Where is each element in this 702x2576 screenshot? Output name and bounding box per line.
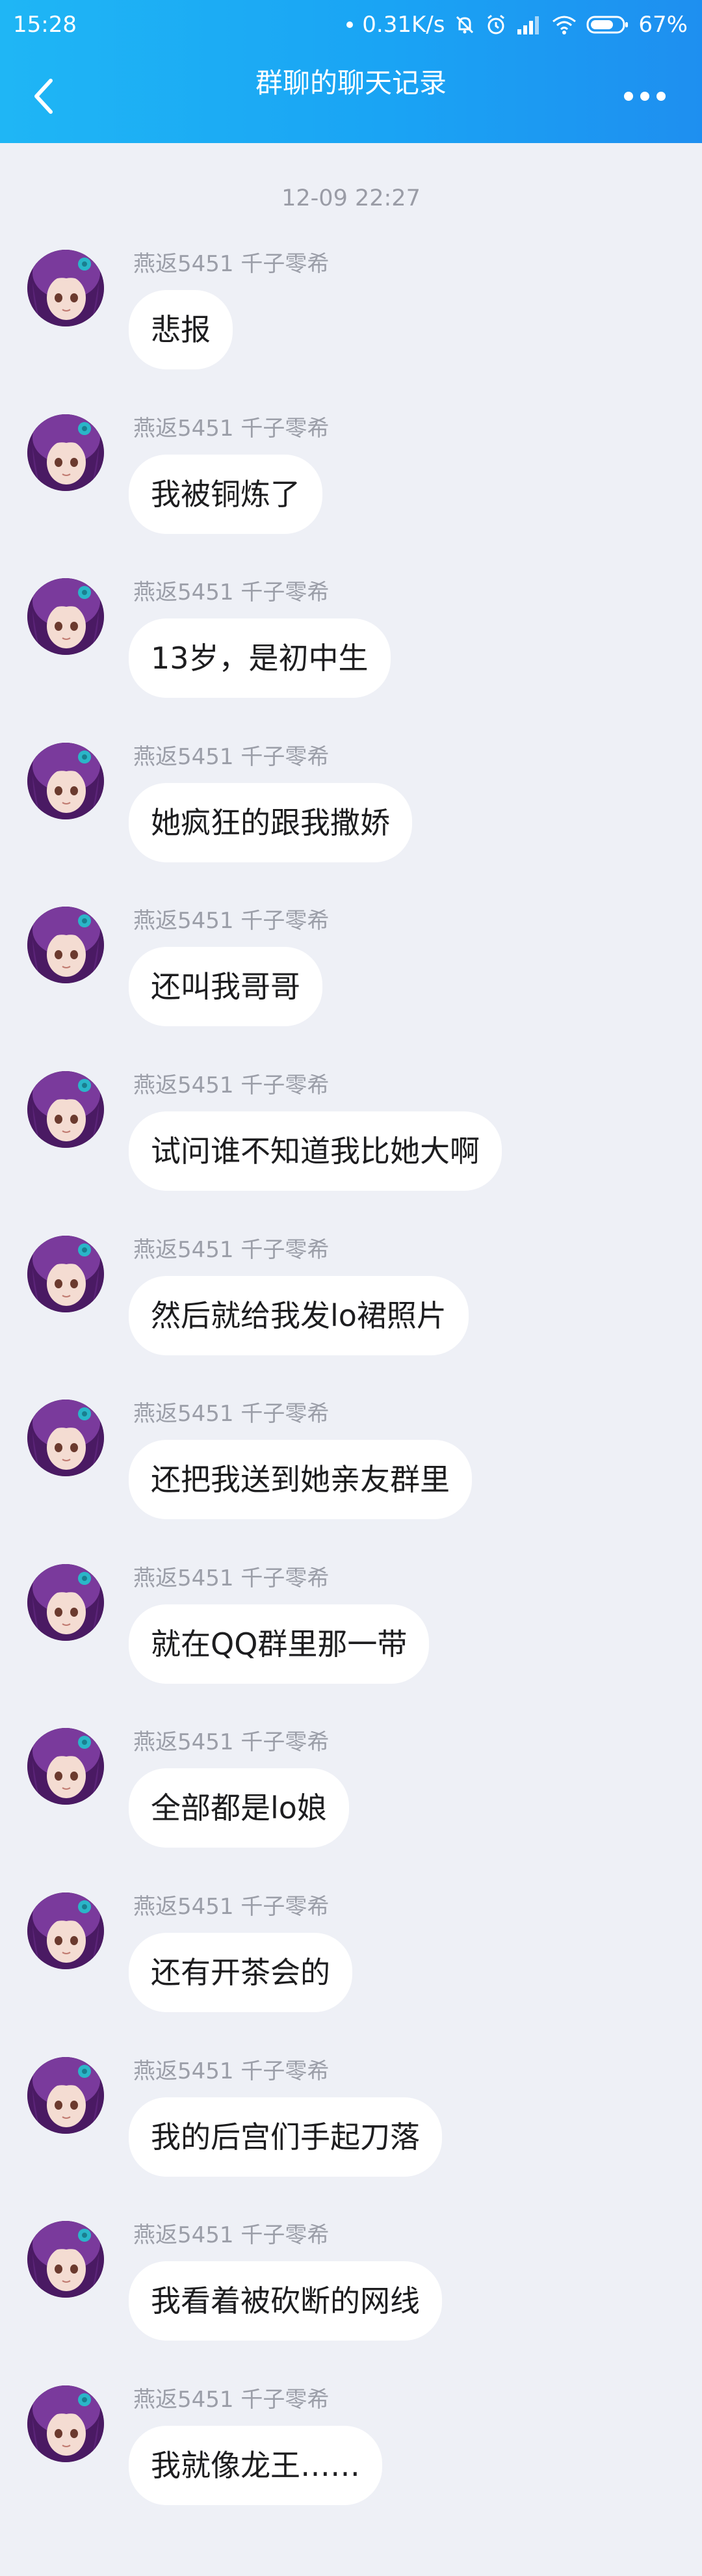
date-stamp: 12-09 22:27: [281, 185, 421, 211]
message-bubble[interactable]: 就在QQ群里那一带: [129, 1604, 430, 1684]
message-bubble[interactable]: 她疯狂的跟我撒娇: [129, 783, 412, 862]
chat-message: 燕返5451 千子零希还把我送到她亲友群里: [0, 1396, 702, 1539]
status-bar: 15:28 0.31K/s 67%: [0, 0, 702, 49]
chat-message: 燕返5451 千子零希我的后宫们手起刀落: [0, 2053, 702, 2196]
message-bubble[interactable]: 然后就给我发lo裙照片: [129, 1276, 469, 1355]
chat-message: 燕返5451 千子零希全部都是lo娘: [0, 1724, 702, 1867]
title-bar: 群聊的聊天记录: [0, 49, 702, 143]
mute-bell-icon: [454, 14, 476, 36]
dot-icon: [346, 21, 354, 28]
sender-name: 燕返5451 千子零希: [133, 1729, 330, 1755]
sender-name: 燕返5451 千子零希: [133, 1237, 330, 1263]
more-dots-icon: [623, 91, 666, 101]
avatar[interactable]: [27, 578, 104, 655]
message-bubble[interactable]: 全部都是lo娘: [129, 1768, 349, 1848]
avatar[interactable]: [27, 414, 104, 491]
avatar[interactable]: [27, 1728, 104, 1805]
sender-name: 燕返5451 千子零希: [133, 579, 330, 605]
avatar[interactable]: [27, 1892, 104, 1969]
message-bubble[interactable]: 还把我送到她亲友群里: [129, 1440, 472, 1519]
battery-level: 67%: [638, 12, 688, 38]
sender-name: 燕返5451 千子零希: [133, 2387, 330, 2413]
status-time: 15:28: [13, 12, 77, 38]
wifi-icon: [551, 14, 577, 36]
sender-name: 燕返5451 千子零希: [133, 1401, 330, 1427]
chat-message: 燕返5451 千子零希悲报: [0, 246, 702, 389]
sender-name: 燕返5451 千子零希: [133, 744, 330, 770]
avatar[interactable]: [27, 2221, 104, 2298]
battery-icon: [586, 14, 629, 36]
message-bubble[interactable]: 还有开茶会的: [129, 1933, 352, 2012]
chat-message: 燕返5451 千子零希试问谁不知道我比她大啊: [0, 1067, 702, 1210]
top-bar: 15:28 0.31K/s 67% 群聊的聊天记录: [0, 0, 702, 143]
sender-name: 燕返5451 千子零希: [133, 416, 330, 442]
message-bubble[interactable]: 我的后宫们手起刀落: [129, 2097, 442, 2177]
avatar[interactable]: [27, 743, 104, 819]
signal-icon: [516, 14, 542, 36]
chat-message: 燕返5451 千子零希我就像龙王……: [0, 2382, 702, 2525]
avatar[interactable]: [27, 1564, 104, 1641]
message-bubble[interactable]: 我看着被砍断的网线: [129, 2261, 442, 2341]
message-bubble[interactable]: 还叫我哥哥: [129, 947, 322, 1026]
chat-message: 燕返5451 千子零希 13岁，是初中生: [0, 574, 702, 717]
sender-name: 燕返5451 千子零希: [133, 2222, 330, 2248]
chat-message: 燕返5451 千子零希我被铜炼了: [0, 410, 702, 553]
status-icons: 0.31K/s 67%: [346, 0, 688, 49]
message-bubble[interactable]: 13岁，是初中生: [129, 618, 391, 698]
avatar[interactable]: [27, 2385, 104, 2462]
alarm-icon: [485, 14, 507, 36]
page-title: 群聊的聊天记录: [255, 67, 447, 99]
message-bubble[interactable]: 悲报: [129, 290, 233, 369]
message-bubble[interactable]: 我就像龙王……: [129, 2426, 382, 2505]
avatar[interactable]: [27, 907, 104, 983]
avatar[interactable]: [27, 1400, 104, 1476]
sender-name: 燕返5451 千子零希: [133, 1072, 330, 1098]
message-bubble[interactable]: 我被铜炼了: [129, 455, 322, 534]
network-speed: 0.31K/s: [362, 12, 445, 38]
sender-name: 燕返5451 千子零希: [133, 1894, 330, 1920]
sender-name: 燕返5451 千子零希: [133, 908, 330, 934]
avatar[interactable]: [27, 2057, 104, 2134]
avatar[interactable]: [27, 1236, 104, 1312]
chat-message: 燕返5451 千子零希就在QQ群里那一带: [0, 1560, 702, 1703]
sender-name: 燕返5451 千子零希: [133, 2058, 330, 2084]
chat-message: 燕返5451 千子零希还叫我哥哥: [0, 903, 702, 1046]
chat-message: 燕返5451 千子零希她疯狂的跟我撒娇: [0, 739, 702, 882]
chat-message: 燕返5451 千子零希我看着被砍断的网线: [0, 2217, 702, 2360]
avatar[interactable]: [27, 250, 104, 326]
chat-message: 燕返5451 千子零希然后就给我发lo裙照片: [0, 1232, 702, 1375]
sender-name: 燕返5451 千子零希: [133, 1565, 330, 1591]
message-bubble[interactable]: 试问谁不知道我比她大啊: [129, 1111, 502, 1191]
sender-name: 燕返5451 千子零希: [133, 251, 330, 277]
avatar[interactable]: [27, 1071, 104, 1148]
more-button[interactable]: [619, 73, 671, 120]
chat-message: 燕返5451 千子零希还有开茶会的: [0, 1889, 702, 2032]
